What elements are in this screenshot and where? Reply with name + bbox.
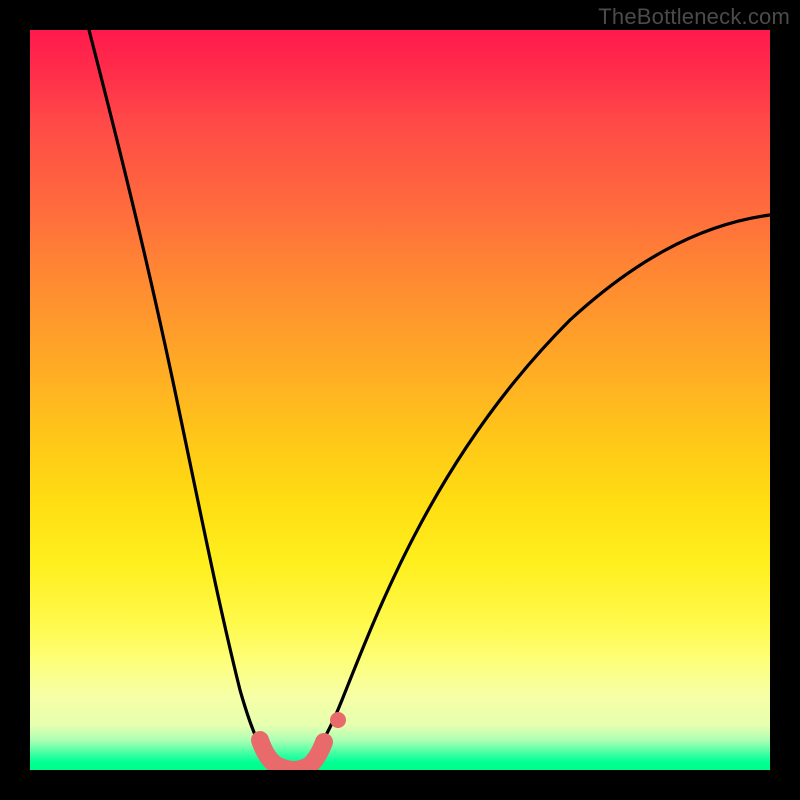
- curve-layer: [30, 30, 770, 770]
- chart-frame: TheBottleneck.com: [0, 0, 800, 800]
- watermark-text: TheBottleneck.com: [598, 4, 790, 30]
- bottleneck-curve: [89, 30, 770, 770]
- highlight-segment: [260, 712, 346, 770]
- plot-area: [30, 30, 770, 770]
